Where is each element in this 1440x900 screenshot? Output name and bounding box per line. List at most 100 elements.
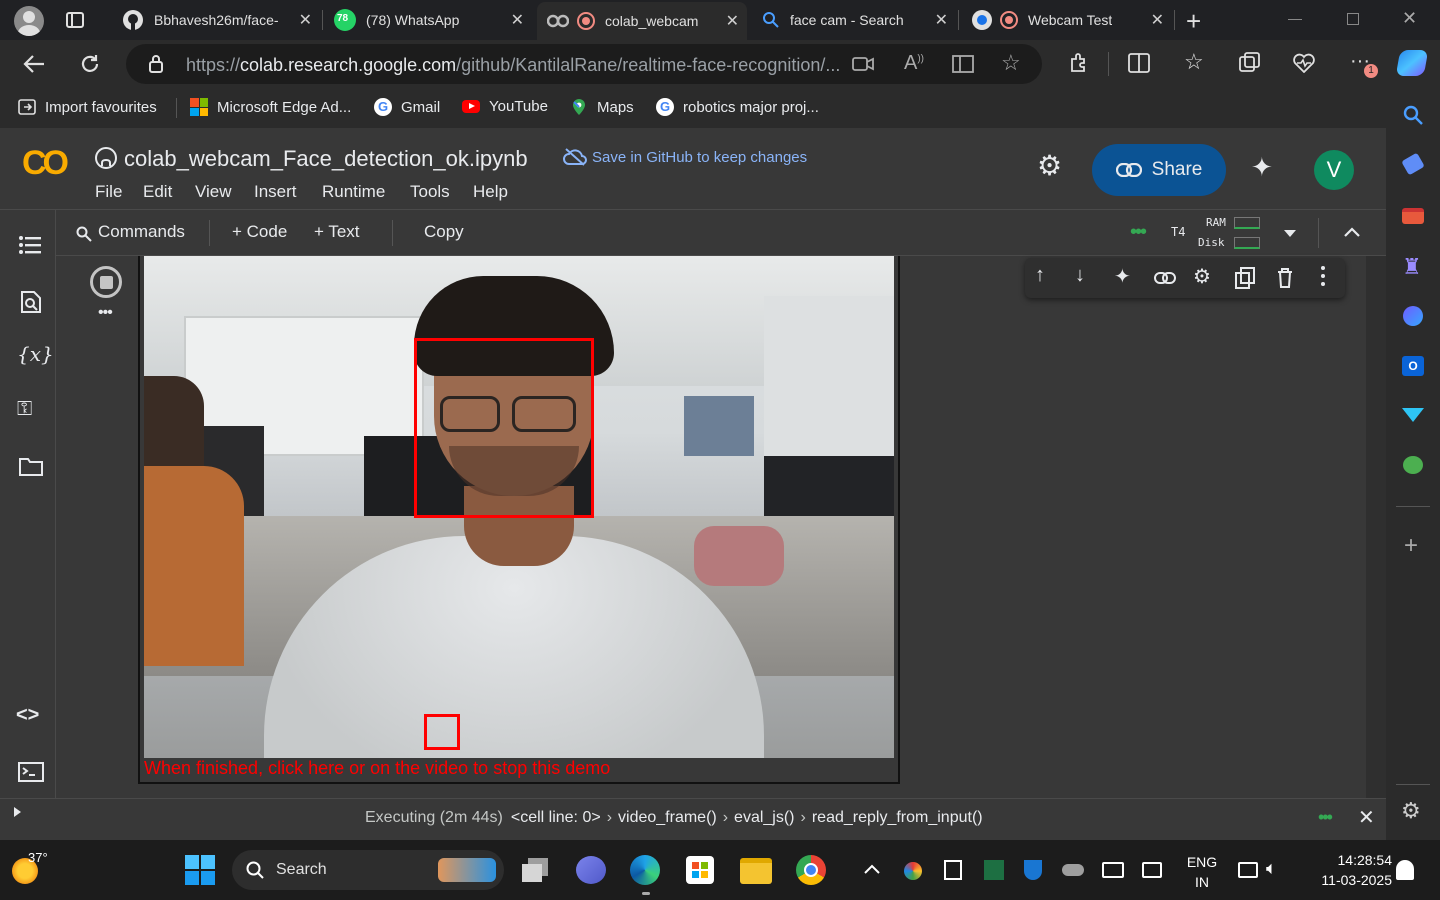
- sidebar-settings-icon[interactable]: ⚙: [1401, 798, 1421, 824]
- share-button[interactable]: Share: [1092, 144, 1226, 196]
- notification-bell-icon[interactable]: [1396, 860, 1414, 880]
- colab-logo[interactable]: CO: [22, 144, 69, 183]
- commands-button[interactable]: Commands: [98, 222, 185, 242]
- menu-runtime[interactable]: Runtime: [322, 182, 385, 202]
- files-folder-icon[interactable]: [19, 456, 43, 476]
- move-cell-up-icon[interactable]: ↑: [1035, 264, 1045, 287]
- send-icon[interactable]: [1401, 406, 1425, 424]
- find-in-notebook-icon[interactable]: [20, 290, 42, 314]
- bookmark-gmail[interactable]: G Gmail: [374, 98, 440, 116]
- outlook-icon[interactable]: O: [1402, 356, 1424, 376]
- add-code-button[interactable]: + Code: [232, 222, 287, 242]
- weather-temp[interactable]: 37°: [28, 850, 48, 865]
- tools-icon[interactable]: [1402, 208, 1424, 224]
- bookmark-microsoft-edge[interactable]: Microsoft Edge Ad...: [190, 98, 351, 116]
- close-icon[interactable]: ✕: [1151, 10, 1164, 30]
- microsoft-store-icon[interactable]: [686, 856, 714, 884]
- minimize-button[interactable]: [1288, 19, 1302, 20]
- avatar[interactable]: V: [1314, 150, 1354, 190]
- menu-tools[interactable]: Tools: [410, 182, 450, 202]
- notebook-title[interactable]: colab_webcam_Face_detection_ok.ipynb: [124, 146, 528, 172]
- edge-browser-icon[interactable]: [630, 855, 660, 885]
- file-explorer-icon[interactable]: [740, 858, 772, 884]
- favorites-icon[interactable]: ☆: [1184, 49, 1204, 75]
- url-text[interactable]: https://colab.research.google.com/github…: [186, 55, 840, 76]
- split-screen-icon[interactable]: [1128, 53, 1150, 73]
- close-status-icon[interactable]: ✕: [1358, 805, 1375, 830]
- save-in-github-link[interactable]: Save in GitHub to keep changes: [592, 149, 807, 166]
- add-text-button[interactable]: + Text: [314, 222, 360, 242]
- collections-icon[interactable]: [1238, 52, 1262, 74]
- copy-to-drive-button[interactable]: Copy: [424, 222, 464, 242]
- network-icon[interactable]: [1238, 862, 1258, 878]
- trace-frame[interactable]: eval_js(): [734, 809, 794, 827]
- runtime-type[interactable]: T4: [1171, 225, 1185, 239]
- move-cell-down-icon[interactable]: ↓: [1075, 264, 1085, 287]
- copilot-icon[interactable]: [1395, 50, 1429, 76]
- immersive-reader-icon[interactable]: [952, 55, 974, 73]
- cell-output[interactable]: When finished, click here or on the vide…: [138, 256, 900, 784]
- touchpad-icon[interactable]: [1142, 862, 1162, 878]
- extensions-icon[interactable]: [1068, 52, 1090, 74]
- expand-arrow-icon[interactable]: [14, 807, 21, 817]
- more-actions-icon[interactable]: [1321, 266, 1325, 288]
- table-of-contents-icon[interactable]: [19, 236, 41, 254]
- search-icon[interactable]: [1402, 104, 1424, 126]
- profile-avatar[interactable]: [14, 6, 44, 36]
- variables-icon[interactable]: {x}: [17, 342, 54, 366]
- shopping-tag-icon[interactable]: [1401, 152, 1425, 176]
- runtime-dropdown-icon[interactable]: [1284, 230, 1296, 237]
- bookmark-import-favourites[interactable]: Import favourites: [18, 98, 157, 116]
- color-tray-icon[interactable]: [904, 862, 922, 880]
- trace-frame[interactable]: read_reply_from_input(): [812, 809, 983, 827]
- back-arrow-icon[interactable]: [22, 53, 46, 75]
- cell-more-dots[interactable]: •••: [98, 304, 113, 322]
- bookmark-maps[interactable]: Maps: [570, 98, 634, 116]
- defender-warning-icon[interactable]: [1024, 860, 1042, 880]
- camera-in-use-icon[interactable]: [852, 56, 874, 72]
- tab-colab[interactable]: colab_webcam ✕: [537, 2, 747, 40]
- window-close-button[interactable]: ✕: [1402, 8, 1417, 29]
- bookmark-youtube[interactable]: YouTube: [462, 98, 548, 115]
- mirror-cell-icon[interactable]: [1235, 267, 1255, 289]
- excel-tray-icon[interactable]: [984, 860, 1004, 880]
- taskbar-search-box[interactable]: Search: [232, 850, 504, 890]
- link-icon[interactable]: [1154, 272, 1176, 284]
- show-hidden-icons-chevron[interactable]: [864, 864, 880, 874]
- tab-search[interactable]: face cam - Search ✕: [752, 4, 956, 36]
- close-icon[interactable]: ✕: [726, 11, 739, 31]
- tab-webcam-test[interactable]: Webcam Test ✕: [962, 4, 1172, 36]
- code-snippets-icon[interactable]: <>: [16, 704, 39, 727]
- collapse-header-icon[interactable]: [1344, 227, 1360, 237]
- tab-actions-icon[interactable]: [66, 12, 84, 28]
- favorite-star-icon[interactable]: ☆: [1001, 50, 1021, 76]
- new-tab-button[interactable]: +: [1186, 6, 1201, 37]
- settings-gear-icon[interactable]: ⚙: [1037, 152, 1062, 180]
- menu-file[interactable]: File: [95, 182, 122, 202]
- restore-button[interactable]: [1347, 13, 1359, 25]
- copy-tray-icon[interactable]: [944, 860, 962, 880]
- close-icon[interactable]: ✕: [935, 10, 948, 30]
- keyboard-icon[interactable]: [1102, 862, 1124, 878]
- terminal-icon[interactable]: [18, 762, 44, 782]
- menu-insert[interactable]: Insert: [254, 182, 297, 202]
- status-more-dots[interactable]: •••: [1318, 807, 1333, 828]
- teams-icon[interactable]: [576, 856, 606, 884]
- add-sidebar-app-icon[interactable]: +: [1404, 532, 1418, 560]
- task-view-icon[interactable]: [522, 858, 548, 882]
- menu-edit[interactable]: Edit: [143, 182, 172, 202]
- close-icon[interactable]: ✕: [511, 10, 524, 30]
- delete-trash-icon[interactable]: [1277, 268, 1293, 288]
- address-bar[interactable]: https://colab.research.google.com/github…: [126, 44, 1042, 84]
- chrome-icon[interactable]: [796, 855, 826, 885]
- secrets-key-icon[interactable]: ⚿: [17, 398, 32, 421]
- gemini-sparkle-icon[interactable]: ✦: [1251, 154, 1273, 180]
- refresh-icon[interactable]: [78, 52, 102, 76]
- clock[interactable]: 14:28:54 11-03-2025: [1300, 850, 1392, 890]
- menu-help[interactable]: Help: [473, 182, 508, 202]
- stop-demo-link[interactable]: When finished, click here or on the vide…: [144, 758, 610, 779]
- read-aloud-icon[interactable]: A)): [904, 52, 924, 75]
- copilot-sidebar-icon[interactable]: [1403, 306, 1423, 326]
- menu-view[interactable]: View: [195, 182, 232, 202]
- tree-icon[interactable]: [1403, 456, 1423, 474]
